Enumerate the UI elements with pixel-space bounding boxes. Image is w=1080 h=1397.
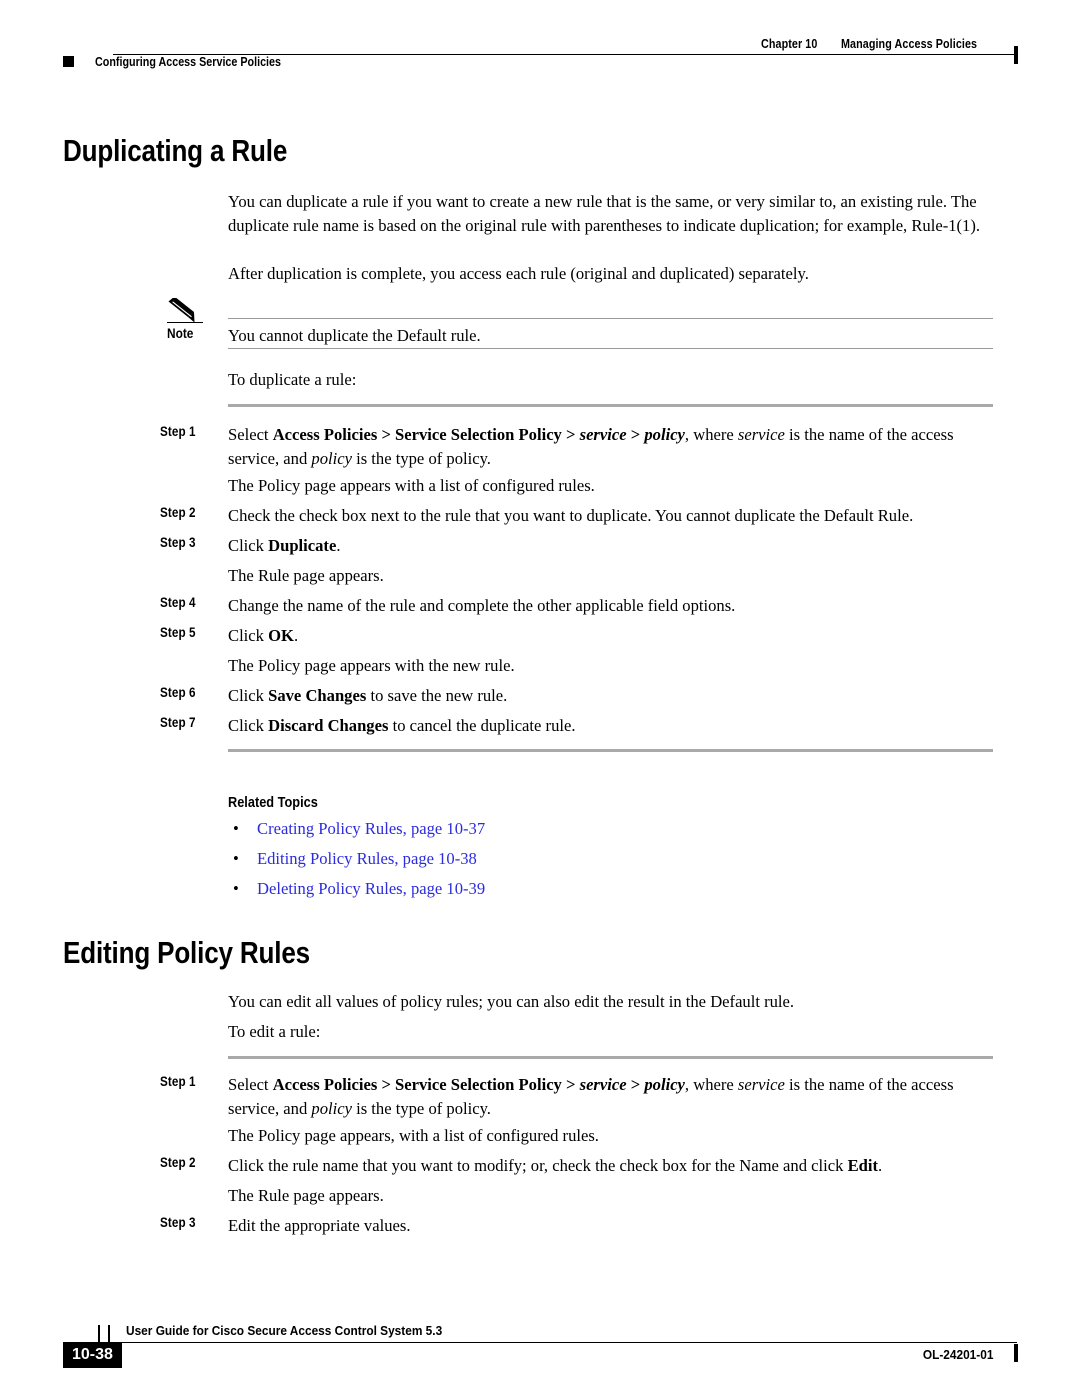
footer-document-id: OL-24201-01 [922,1347,993,1362]
step-label: Step 1 [160,424,196,439]
step-label: Step 7 [160,715,196,730]
header-end-bar [1014,46,1018,64]
step-result-text: The Rule page appears. [228,1186,384,1205]
step-text: Click Discard Changes to cancel the dupl… [228,716,576,735]
step-text: Check the check box next to the rule tha… [228,506,914,525]
note-pencil-icon [167,296,209,328]
step-text: Change the name of the rule and complete… [228,596,736,615]
step-text: Click Duplicate. [228,536,341,555]
step-label: Step 6 [160,685,196,700]
related-topic-item[interactable]: • Editing Policy Rules, page 10-38 [233,849,477,869]
note-text: You cannot duplicate the Default rule. [228,326,481,345]
page-footer: 10-38 User Guide for Cisco Secure Access… [63,1320,1018,1374]
step-text: Click Save Changes to save the new rule. [228,686,508,705]
header-section-title: Configuring Access Service Policies [95,55,282,69]
related-topic-item[interactable]: • Deleting Policy Rules, page 10-39 [233,879,485,899]
note-label: Note [167,326,194,341]
footer-tick-marks-icon [98,1325,118,1342]
steps-top-rule [228,1056,993,1059]
header-chapter-number: Chapter 10 [761,37,818,51]
related-topic-item[interactable]: • Creating Policy Rules, page 10-37 [233,819,485,839]
step-label: Step 3 [160,1215,196,1230]
step-result-text: The Policy page appears with the new rul… [228,656,515,675]
step-result-text: The Rule page appears. [228,566,384,585]
step-text: Select Access Policies > Service Selecti… [228,425,954,468]
page-title-duplicating-a-rule: Duplicating a Rule [63,133,288,168]
lead-in-edit: To edit a rule: [228,1022,321,1041]
footer-guide-title: User Guide for Cisco Secure Access Contr… [126,1323,443,1338]
bullet-icon: • [233,879,239,898]
step-text: Click OK. [228,626,299,645]
intro-paragraph-2: After duplication is complete, you acces… [228,264,809,283]
related-topic-link[interactable]: Editing Policy Rules, page 10-38 [257,849,477,868]
step-result-text: The Policy page appears with a list of c… [228,476,595,495]
intro-paragraph-1: You can duplicate a rule if you want to … [228,192,981,235]
step-label: Step 1 [160,1074,196,1089]
bullet-icon: • [233,849,239,868]
page-title-editing-policy-rules: Editing Policy Rules [63,935,310,970]
related-topics-title: Related Topics [228,795,318,811]
step-label: Step 2 [160,505,196,520]
intro-paragraph-editing: You can edit all values of policy rules;… [228,992,795,1011]
section-marker-square-icon [63,56,74,67]
related-topic-link[interactable]: Creating Policy Rules, page 10-37 [257,819,485,838]
steps-top-rule [228,404,993,407]
step-result-text: The Policy page appears, with a list of … [228,1126,599,1145]
page-header: Chapter 10 Managing Access Policies Confi… [63,32,1018,76]
step-text: Edit the appropriate values. [228,1216,411,1235]
bullet-icon: • [233,819,239,838]
step-text: Click the rule name that you want to mod… [228,1156,883,1175]
note-icon-underline [167,322,203,323]
lead-in-duplicate: To duplicate a rule: [228,370,357,389]
header-chapter-info: Chapter 10 Managing Access Policies [761,37,999,51]
step-label: Step 5 [160,625,196,640]
step-text: Select Access Policies > Service Selecti… [228,1075,954,1118]
step-label: Step 2 [160,1155,196,1170]
step-label: Step 3 [160,535,196,550]
steps-bottom-rule [228,749,993,752]
related-topic-link[interactable]: Deleting Policy Rules, page 10-39 [257,879,485,898]
step-label: Step 4 [160,595,196,610]
page-number-badge: 10-38 [63,1342,122,1368]
note-bottom-rule [228,348,993,349]
footer-divider-rule [77,1342,1017,1343]
footer-end-bar [1014,1344,1018,1362]
header-chapter-title: Managing Access Policies [840,37,977,51]
note-top-rule [228,318,993,319]
note-block: Note You cannot duplicate the Default ru… [167,296,993,358]
